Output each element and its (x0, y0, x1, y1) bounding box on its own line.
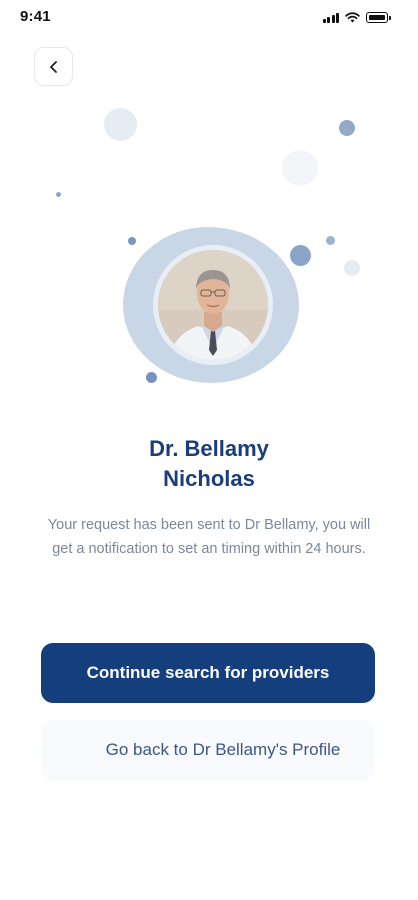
doctor-name: Dr. Bellamy Nicholas (0, 434, 418, 494)
status-bar: 9:41 (0, 0, 418, 36)
battery-icon (366, 12, 391, 23)
wifi-icon (345, 12, 360, 23)
decor-bubble (344, 260, 360, 276)
decor-bubble (56, 192, 61, 197)
doctor-name-line1: Dr. Bellamy (149, 436, 269, 461)
doctor-portrait-icon (158, 250, 268, 360)
signal-icon (322, 12, 339, 23)
decor-bubble (282, 150, 318, 186)
decor-bubble (146, 372, 157, 383)
back-button[interactable] (34, 47, 73, 86)
decor-bubble (128, 237, 136, 245)
back-to-profile-button[interactable]: Go back to Dr Bellamy's Profile (41, 720, 375, 780)
doctor-avatar (158, 250, 268, 360)
status-time: 9:41 (20, 8, 51, 25)
decor-bubble (104, 108, 137, 141)
doctor-name-line2: Nicholas (163, 466, 255, 491)
chevron-left-icon (49, 60, 57, 73)
decor-bubble (339, 120, 355, 136)
decor-bubble (290, 245, 311, 266)
status-icons (322, 11, 391, 23)
request-sent-message: Your request has been sent to Dr Bellamy… (47, 517, 371, 557)
continue-search-button[interactable]: Continue search for providers (41, 643, 375, 703)
decor-bubble (326, 236, 335, 245)
